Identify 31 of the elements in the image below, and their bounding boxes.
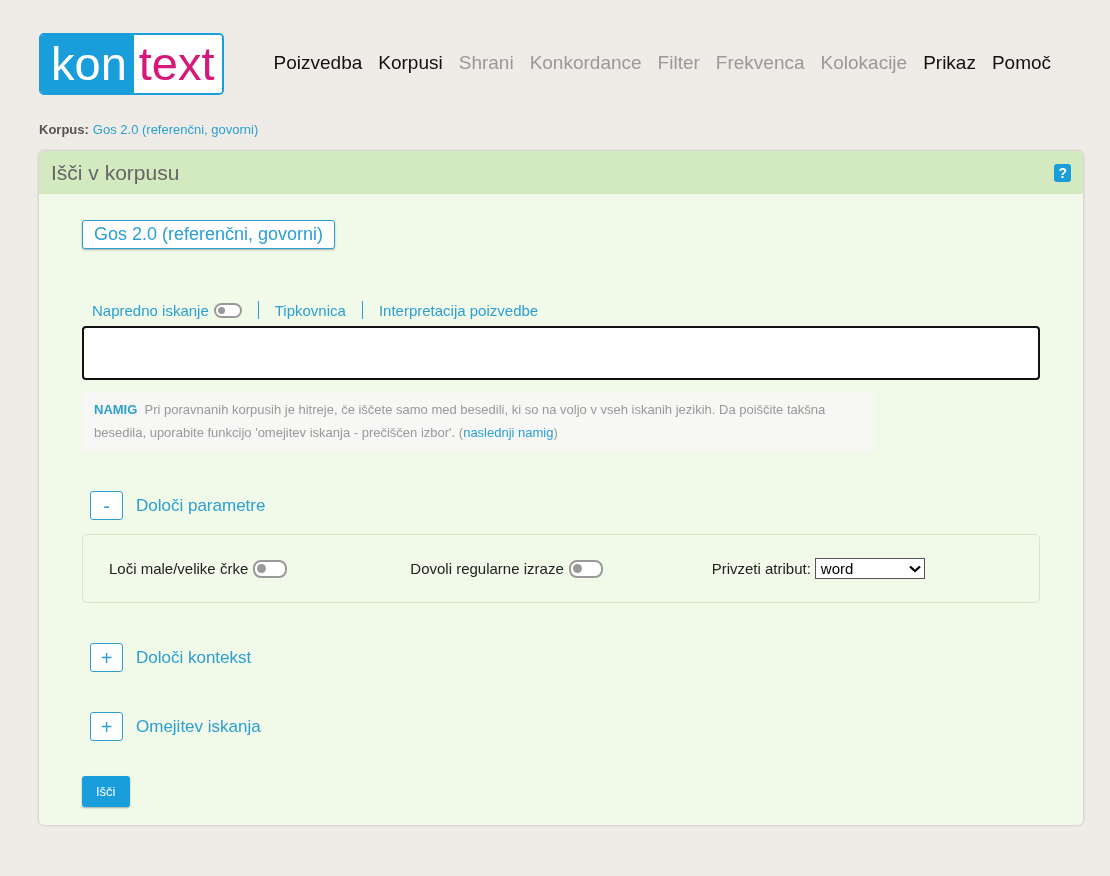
section-link[interactable]: Določi parametre [136,495,266,516]
chevron-down-icon [908,564,921,573]
query-input-field[interactable] [82,326,1040,380]
option-label: Dovoli regularne izraze [410,560,564,577]
nav-menu-item[interactable]: Prikaz [923,52,976,74]
help-icon[interactable]: ? [1054,163,1071,182]
corpus-button[interactable]: Gos 2.0 (referenčni, govorni) [82,220,336,249]
option-label: Privzeti atribut: [711,560,811,577]
expand-toggle-button[interactable]: + [90,712,123,741]
query-link[interactable]: Tipkovnica [274,301,346,319]
expand-toggle-button[interactable]: + [90,643,123,672]
corpus-label: Korpus: [39,122,89,137]
toggle-switch[interactable] [253,559,288,578]
next-hint-link[interactable]: naslednji namig [463,425,554,440]
hint-text: NAMIG Pri poravnanih korpusih je hitreje, če iščete samo med besedili, ki so na voljo v vseh iskanih jezikih. Da poiščite takšna besedila, uporabite funkcijo 'omejitev iskanja - prečiščen izbor'. (naslednji namig) [94,401,827,442]
toggle-switch[interactable] [213,302,242,318]
section-link[interactable]: Omejitev iskanja [136,716,261,737]
kontext-logo[interactable]: kon text [39,33,224,95]
expand-toggle-button[interactable]: - [90,491,123,520]
query-link[interactable]: Napredno iskanje [92,301,209,319]
panel-title: Išči v korpusu [51,160,180,185]
query-link[interactable]: Interpretacija poizvedbe [378,301,539,319]
nav-menu-item[interactable]: Pomoč [991,52,1052,74]
attribute-select[interactable]: word [814,558,925,579]
nav-menu-item[interactable]: Korpusi [378,52,443,74]
section-link[interactable]: Določi kontekst [136,647,252,668]
corpus-link[interactable]: Gos 2.0 (referenčni, govorni) [92,122,259,137]
nav-menu-item[interactable]: Poizvedba [273,52,363,74]
search-button[interactable]: Išči [82,776,130,807]
toggle-switch[interactable] [568,559,603,578]
option-label: Loči male/velike črke [109,560,249,577]
